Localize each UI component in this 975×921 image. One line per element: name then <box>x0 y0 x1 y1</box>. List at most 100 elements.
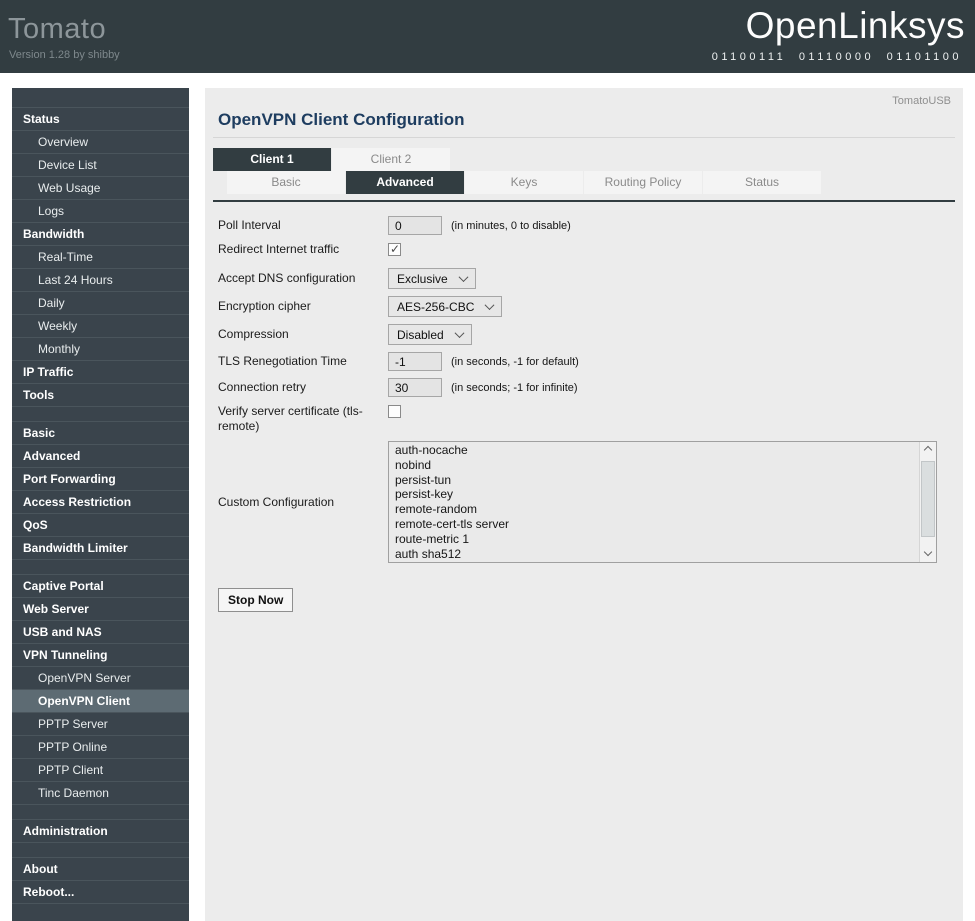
sidebar-item-port-forwarding[interactable]: Port Forwarding <box>12 467 189 490</box>
sidebar-item-usb-and-nas[interactable]: USB and NAS <box>12 620 189 643</box>
sidebar-item-label: Daily <box>38 296 65 310</box>
sidebar-item-label: QoS <box>23 518 48 532</box>
poll-interval-note: (in minutes, 0 to disable) <box>451 219 571 232</box>
sidebar-item-last-24-hours[interactable]: Last 24 Hours <box>12 268 189 291</box>
openlinksys-binary-text: 01100111 01110000 01101100 <box>711 51 962 63</box>
content-panel: TomatoUSB OpenVPN Client Configuration C… <box>205 88 963 921</box>
stop-now-button[interactable]: Stop Now <box>218 588 294 612</box>
sidebar-item-advanced[interactable]: Advanced <box>12 444 189 467</box>
form-row-accept-dns-configuration: Accept DNS configuration Exclusive <box>218 268 963 289</box>
sidebar-item-pptp-client[interactable]: PPTP Client <box>12 758 189 781</box>
sidebar-item-tools[interactable]: Tools <box>12 383 189 406</box>
redirect-internet-traffic-checkbox[interactable] <box>388 242 401 256</box>
tab-advanced[interactable]: Advanced <box>346 171 464 194</box>
sidebar-item-status[interactable]: Status <box>12 107 189 130</box>
sidebar-item-label: Bandwidth <box>23 227 85 241</box>
accept-dns-configuration-selected-value: Exclusive <box>397 271 448 286</box>
encryption-cipher-select[interactable]: AES-256-CBC <box>388 296 503 317</box>
tls-renegotiation-time-input[interactable] <box>388 352 442 371</box>
encryption-cipher-selected-value: AES-256-CBC <box>397 299 475 314</box>
sidebar-item-label: Last 24 Hours <box>38 273 113 287</box>
sidebar-item-overview[interactable]: Overview <box>12 130 189 153</box>
sidebar-item-real-time[interactable]: Real-Time <box>12 245 189 268</box>
sidebar-item-label: Weekly <box>38 319 78 333</box>
textarea-scrollbar[interactable] <box>919 442 936 562</box>
verify-server-certificate-checkbox[interactable] <box>388 405 401 418</box>
sidebar-item-label: Status <box>23 112 60 126</box>
scroll-thumb[interactable] <box>921 461 935 537</box>
sidebar-item-logs[interactable]: Logs <box>12 199 189 222</box>
brand-title: Tomato <box>8 13 107 45</box>
brand-version: Version 1.28 by shibby <box>9 49 120 61</box>
tab-status[interactable]: Status <box>703 171 821 194</box>
sidebar-item-web-usage[interactable]: Web Usage <box>12 176 189 199</box>
sidebar-item-tinc-daemon[interactable]: Tinc Daemon <box>12 781 189 804</box>
accept-dns-configuration-select[interactable]: Exclusive <box>388 268 476 289</box>
sidebar-item-basic[interactable]: Basic <box>12 421 189 444</box>
sidebar-item-label: Port Forwarding <box>23 472 116 486</box>
tab-client-2[interactable]: Client 2 <box>332 148 450 171</box>
sidebar-item-label: Reboot... <box>23 885 75 899</box>
redirect-internet-traffic-label: Redirect Internet traffic <box>218 242 340 256</box>
sidebar-item-vpn-tunneling[interactable]: VPN Tunneling <box>12 643 189 666</box>
sidebar-item-openvpn-client[interactable]: OpenVPN Client <box>12 689 189 712</box>
sidebar-item-bandwidth[interactable]: Bandwidth <box>12 222 189 245</box>
config-form: Poll Interval (in minutes, 0 to disable) R… <box>205 202 963 563</box>
sidebar-item-reboot[interactable]: Reboot... <box>12 880 189 903</box>
form-row-poll-interval: Poll Interval (in minutes, 0 to disable) <box>218 216 963 235</box>
sidebar-spacer <box>12 406 189 421</box>
chevron-down-glyph <box>923 547 933 557</box>
sidebar-item-label: Device List <box>38 158 97 172</box>
compression-select[interactable]: Disabled <box>388 324 472 345</box>
connection-retry-note: (in seconds; -1 for infinite) <box>451 381 578 394</box>
chevron-down-icon <box>458 272 469 283</box>
sidebar-item-label: PPTP Online <box>38 740 108 754</box>
sidebar-item-daily[interactable]: Daily <box>12 291 189 314</box>
connection-retry-input[interactable] <box>388 378 442 397</box>
sidebar-spacer <box>12 842 189 857</box>
sidebar-item-monthly[interactable]: Monthly <box>12 337 189 360</box>
verify-server-certificate-label: Verify server certificate (tls-remote) <box>218 404 363 433</box>
client-tabs: Client 1 Client 2 <box>213 148 963 171</box>
chevron-down-icon <box>484 300 495 311</box>
page-title: OpenVPN Client Configuration <box>218 110 465 129</box>
sidebar-item-pptp-server[interactable]: PPTP Server <box>12 712 189 735</box>
sidebar-item-label: VPN Tunneling <box>23 648 108 662</box>
sidebar-item-label: PPTP Client <box>38 763 104 777</box>
sidebar-item-pptp-online[interactable]: PPTP Online <box>12 735 189 758</box>
tomatousb-watermark: TomatoUSB <box>892 95 951 107</box>
sidebar-item-device-list[interactable]: Device List <box>12 153 189 176</box>
sidebar-item-label: Basic <box>23 426 56 440</box>
scroll-up-icon[interactable] <box>920 442 936 457</box>
sidebar-item-web-server[interactable]: Web Server <box>12 597 189 620</box>
sidebar-item-about[interactable]: About <box>12 857 189 880</box>
sidebar-item-label: IP Traffic <box>23 365 74 379</box>
sidebar-item-label: Captive Portal <box>23 579 104 593</box>
sidebar-item-qos[interactable]: QoS <box>12 513 189 536</box>
sidebar-item-label: About <box>23 862 58 876</box>
scroll-down-icon[interactable] <box>920 547 936 562</box>
custom-configuration-textarea[interactable]: auth-nocache nobind persist-tun persist-… <box>388 441 937 563</box>
tab-routing-policy[interactable]: Routing Policy <box>584 171 702 194</box>
title-divider <box>213 137 955 138</box>
tab-client-1[interactable]: Client 1 <box>213 148 331 171</box>
sidebar-item-access-restriction[interactable]: Access Restriction <box>12 490 189 513</box>
sidebar-item-ip-traffic[interactable]: IP Traffic <box>12 360 189 383</box>
poll-interval-input[interactable] <box>388 216 442 235</box>
sidebar-item-label: Logs <box>38 204 65 218</box>
accept-dns-configuration-label: Accept DNS configuration <box>218 271 356 285</box>
sidebar-item-bandwidth-limiter[interactable]: Bandwidth Limiter <box>12 536 189 559</box>
sidebar-item-label: Administration <box>23 824 108 838</box>
form-row-custom-configuration: Custom Configuration auth-nocache nobind … <box>218 441 963 563</box>
sidebar-item-administration[interactable]: Administration <box>12 819 189 842</box>
encryption-cipher-label: Encryption cipher <box>218 299 311 313</box>
sidebar-item-label: OpenVPN Client <box>38 694 131 708</box>
tab-keys[interactable]: Keys <box>465 171 583 194</box>
compression-label: Compression <box>218 327 289 341</box>
sidebar-item-weekly[interactable]: Weekly <box>12 314 189 337</box>
sidebar-nav: Status Overview Device List Web Usage Logs Ba… <box>12 88 189 921</box>
tab-basic[interactable]: Basic <box>227 171 345 194</box>
sidebar-item-captive-portal[interactable]: Captive Portal <box>12 574 189 597</box>
app-header: Tomato Version 1.28 by shibby OpenLinksy… <box>0 0 975 73</box>
sidebar-item-openvpn-server[interactable]: OpenVPN Server <box>12 666 189 689</box>
